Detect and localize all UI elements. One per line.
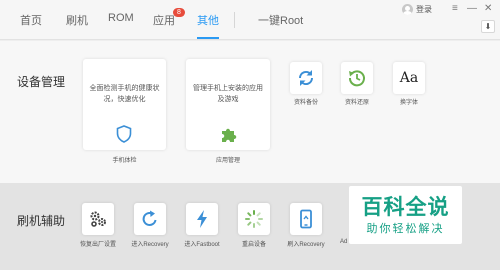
tab-flash[interactable]: 刷机: [66, 12, 88, 28]
tab-rom[interactable]: ROM: [108, 12, 134, 24]
menu-icon[interactable]: ≡: [452, 3, 458, 14]
app-management-desc: 管理手机上安装的应用及游戏: [193, 85, 263, 103]
enter-recovery-button[interactable]: [134, 203, 166, 235]
phone-icon: [300, 209, 312, 229]
restore-clock-icon: [348, 70, 365, 87]
puzzle-icon: [222, 128, 237, 142]
change-font-label: 换字体: [399, 100, 418, 106]
nav-divider: [234, 12, 235, 28]
login-button[interactable]: 登录: [402, 4, 432, 15]
close-icon[interactable]: ✕: [484, 3, 492, 14]
apps-count-badge: 8: [173, 8, 185, 17]
sync-icon: [298, 70, 314, 86]
enter-fastboot-button[interactable]: [186, 203, 218, 235]
watermark-title: 百科全说: [361, 196, 450, 219]
reboot-device-button[interactable]: [238, 203, 270, 235]
minimize-icon[interactable]: —: [467, 3, 477, 14]
flash-recovery-label: 刷入Recovery: [287, 242, 325, 248]
phone-checkup-desc: 全面检测手机的健康状况，快速优化: [89, 85, 160, 103]
login-label: 登录: [416, 5, 432, 14]
factory-reset-label: 恢复出厂设置: [79, 242, 116, 248]
enter-recovery-label: 进入Recovery: [131, 242, 169, 248]
data-backup-label: 资料备份: [293, 100, 318, 106]
avatar-icon: [402, 4, 413, 15]
app-management-card[interactable]: 管理手机上安装的应用及游戏: [186, 59, 270, 150]
data-backup-button[interactable]: [290, 62, 322, 94]
app-management-label: 应用管理: [215, 158, 240, 164]
shield-icon: [116, 125, 132, 143]
refresh-icon: [142, 210, 157, 226]
tab-one-click-root[interactable]: 一键Root: [258, 12, 303, 28]
tab-apps[interactable]: 应用: [153, 12, 175, 28]
top-nav-bar: 首页 刷机 ROM 应用 8 其他 一键Root 登录 ≡ — ✕ ⬇: [0, 0, 500, 40]
gears-icon: [90, 211, 106, 227]
active-tab-indicator: [197, 37, 219, 39]
phone-checkup-card[interactable]: 全面检测手机的健康状况，快速优化: [83, 59, 166, 150]
font-icon: Aa: [399, 70, 419, 86]
watermark-subtitle: 助你轻松解决: [366, 223, 445, 235]
phone-checkup-label: 手机体检: [112, 158, 137, 164]
factory-reset-button[interactable]: [82, 203, 114, 235]
download-icon[interactable]: ⬇: [481, 20, 495, 33]
tab-home[interactable]: 首页: [20, 12, 42, 28]
section-title-device-management: 设备管理: [17, 75, 66, 89]
lightning-icon: [197, 210, 207, 228]
change-font-button[interactable]: Aa: [393, 62, 425, 94]
section-title-flash-assist: 刷机辅助: [17, 214, 66, 228]
tab-other[interactable]: 其他: [197, 12, 219, 28]
enter-fastboot-label: 进入Fastboot: [184, 242, 220, 248]
spinner-icon: [245, 210, 263, 228]
data-restore-label: 资料还原: [344, 100, 369, 106]
flash-recovery-button[interactable]: [290, 203, 322, 235]
data-restore-button[interactable]: [341, 62, 373, 94]
reboot-device-label: 重启设备: [241, 242, 266, 248]
device-management-section: 设备管理 全面检测手机的健康状况，快速优化 手机体检 管理手机上安装的应用及游戏…: [0, 41, 500, 183]
watermark-logo: 百科全说 助你轻松解决: [349, 186, 462, 244]
